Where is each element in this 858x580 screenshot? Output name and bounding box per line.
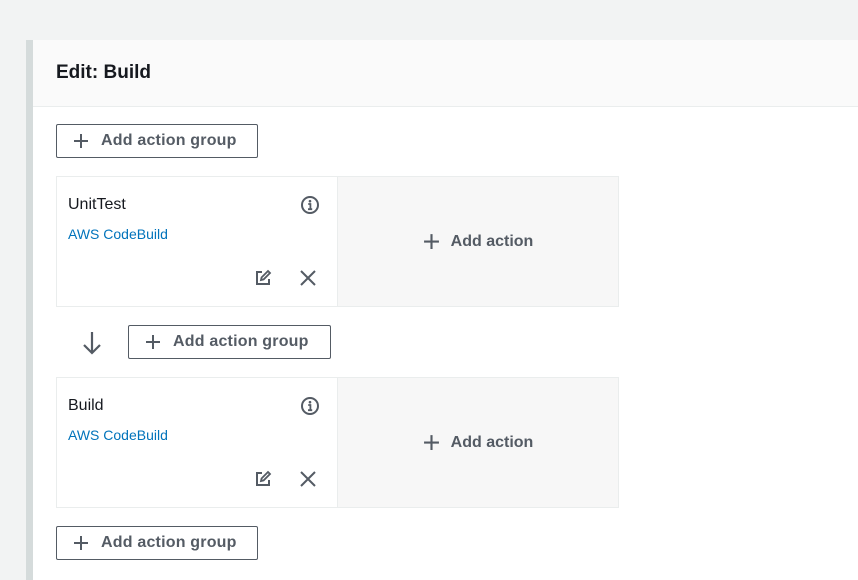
plus-icon [74,134,88,148]
action-name: UnitTest [68,196,126,213]
add-action-group-label: Add action group [101,132,237,149]
plus-icon [74,536,88,550]
info-icon[interactable] [300,195,320,215]
add-action-inner: Add action [423,433,534,452]
add-action-group-label: Add action group [173,333,309,350]
arrow-down-icon [83,332,101,355]
close-icon[interactable] [299,470,317,488]
add-action-label: Add action [450,433,534,451]
action-provider-link[interactable]: AWS CodeBuild [68,427,168,443]
close-icon[interactable] [299,269,317,287]
action-name: Build [68,397,104,414]
panel-header: Edit: Build [33,40,858,107]
action-card-unittest: UnitTest AWS CodeBuild [56,176,338,307]
action-provider-link[interactable]: AWS CodeBuild [68,226,168,242]
add-action-group-label: Add action group [101,534,237,551]
plus-icon [146,335,160,349]
edit-icon[interactable] [254,470,272,488]
edit-icon[interactable] [254,269,272,287]
info-icon[interactable] [300,396,320,416]
plus-icon [423,435,439,450]
add-action-group-button-middle[interactable]: Add action group [128,325,331,359]
action-card-build: Build AWS CodeBuild [56,377,338,508]
add-action-inner: Add action [423,232,534,251]
add-action-group-button-bottom[interactable]: Add action group [56,526,258,560]
add-action-label: Add action [450,232,534,250]
plus-icon [423,234,439,249]
page-title: Edit: Build [56,62,151,83]
add-action-group-button-top[interactable]: Add action group [56,124,258,158]
left-rail [26,40,33,580]
add-action-button-1[interactable]: Add action [337,176,619,307]
add-action-button-2[interactable]: Add action [337,377,619,508]
